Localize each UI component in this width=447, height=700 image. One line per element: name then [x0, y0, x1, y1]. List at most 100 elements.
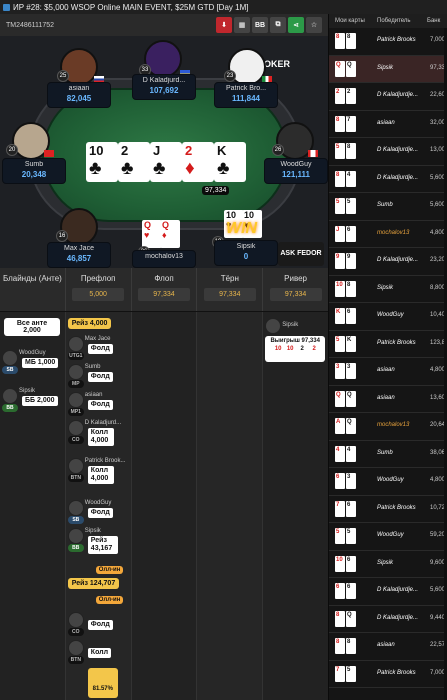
winner-name: Sumb	[377, 202, 393, 208]
allin-badge: Олл-ин	[95, 596, 124, 604]
share-icon[interactable]: ⋖	[288, 17, 304, 33]
card-thumb: 6	[346, 225, 356, 242]
seat-max-jace[interactable]: Max Jace 46,857	[47, 242, 111, 268]
app-icon	[3, 3, 10, 11]
hand-replay-pane: TM2486111752 ⬇ ▦ BB ⧉ ⋖ ☆ GGPOKER 10 ♣ 2 ♣…	[0, 14, 328, 700]
card-thumb: 8	[335, 33, 345, 49]
history-row[interactable]: 8 7 asiaan 32,00	[329, 111, 447, 138]
pot-value: 22,60	[429, 92, 445, 98]
seat-woodguy[interactable]: WoodGuy 121,111	[264, 158, 328, 184]
seat-sipsik[interactable]: Sipsik 0	[214, 240, 278, 266]
card-thumb: 5	[346, 198, 356, 214]
pot-value: 7,000	[429, 669, 445, 676]
winner-name: D Kaladjurdje...	[377, 147, 419, 153]
winner-name: D Kaladjurdje...	[377, 587, 419, 593]
column-preflop: Рейз 4,000 Max Jace UTG1 Фолд Sumb MP Фолд a…	[65, 312, 132, 700]
card-thumb: Q	[335, 60, 345, 77]
seat-d-kaladjurd[interactable]: D Kaladjurd... 107,692	[132, 74, 196, 100]
history-row[interactable]: 8 8 asiaan 22,57	[329, 633, 447, 661]
grid-icon[interactable]: ▦	[234, 17, 250, 33]
card-thumb: 7	[346, 115, 356, 132]
history-row[interactable]: A Qmochalov13 20,64	[329, 413, 447, 441]
street-preflop: Префлоп 5,000	[66, 268, 132, 311]
history-row[interactable]: 84 D Kaladjurdje... 5,600	[329, 166, 447, 193]
history-row[interactable]: J 6 mochalov13 4,800	[329, 221, 447, 248]
hand-toolbar: TM2486111752 ⬇ ▦ BB ⧉ ⋖ ☆	[0, 14, 328, 36]
hero-card-2: Q ♦	[160, 220, 180, 248]
seat-patrick-brooks[interactable]: Patrick Bro... 111,844	[214, 82, 278, 108]
column-flop	[131, 312, 198, 700]
history-row[interactable]: 99 D Kaladjurdje... 23,20	[329, 248, 447, 276]
winner-name: Sipsik	[377, 64, 394, 71]
bb-toggle-button[interactable]: BB	[252, 17, 268, 33]
history-row[interactable]: 7 6 Patrick Brooks 10,72	[329, 496, 447, 523]
card-thumb: 5	[346, 528, 356, 544]
card-thumb: 8	[335, 115, 345, 132]
winner-name: D Kaladjurdje...	[377, 614, 419, 621]
board-card-1: 10 ♣	[86, 142, 118, 182]
pot-value: 5,600	[429, 174, 445, 181]
board-card-2: 2 ♣	[118, 142, 150, 182]
street-flop: Флоп 97,334	[132, 268, 198, 311]
history-row[interactable]: 7 5 Patrick Brooks 7,000	[329, 661, 447, 688]
history-row[interactable]: 5 K Patrick Brooks 123,8	[329, 331, 447, 358]
card-thumb: 7	[335, 500, 345, 517]
card-thumb: 3	[346, 363, 356, 379]
header-pot: Банк	[427, 18, 441, 24]
pot-value: 123,8	[429, 339, 445, 346]
card-thumb: 10	[335, 555, 345, 572]
winner-name: WoodGuy	[377, 312, 404, 318]
history-row[interactable]: 58 D Kaladjurdje... 13,00	[329, 138, 447, 166]
ask-fedor-button[interactable]: ASK FEDOR	[278, 242, 324, 266]
toolbar-icons: ⬇ ▦ BB ⧉ ⋖ ☆	[216, 17, 322, 33]
card-thumb: 8	[346, 143, 356, 159]
card-thumb: 9	[335, 253, 345, 269]
history-row[interactable]: 8 8 Patrick Brooks 7,000	[329, 28, 447, 56]
avatar-sipsik-mini	[2, 388, 18, 404]
pot-value: 38,06	[429, 449, 445, 456]
avatar-woodguy-mini	[2, 350, 18, 366]
pot-value: 32,00	[429, 119, 445, 126]
display-icon[interactable]: ⧉	[270, 17, 286, 33]
history-row[interactable]: 4 4 Sumb 38,06	[329, 441, 447, 468]
seat-asiaan[interactable]: asiaan 82,045	[47, 82, 111, 108]
history-row[interactable]: 5 5 WoodGuy 59,20	[329, 523, 447, 551]
history-row[interactable]: 66 D Kaladjurdje... 5,600	[329, 578, 447, 606]
pot-value: 4,800	[429, 229, 445, 236]
history-row[interactable]: K 6 WoodGuy 10,40	[329, 303, 447, 331]
history-row[interactable]: Q Qasiaan 13,60	[329, 386, 447, 413]
history-row[interactable]: 8Q D Kaladjurdje... 9,440	[329, 606, 447, 633]
history-row[interactable]: 5 5 Sumb 5,600	[329, 193, 447, 221]
pot-value: 8,800	[429, 284, 445, 291]
card-thumb: 8	[335, 638, 345, 654]
seat-mochalov13[interactable]: mochalov13	[132, 250, 196, 268]
action-timeline: Блайнды (Анте) Префлоп 5,000 Флоп 97,334 Т…	[0, 268, 328, 700]
card-thumb: 6	[335, 473, 345, 489]
card-thumb: 8	[335, 610, 345, 627]
card-thumb: 5	[335, 528, 345, 544]
winner-name: Patrick Brooks	[377, 339, 416, 346]
history-row[interactable]: 22 D Kaladjurdje... 22,60	[329, 83, 447, 111]
seat-sumb[interactable]: Sumb 20,348	[2, 158, 66, 184]
star-icon[interactable]: ☆	[306, 17, 322, 33]
card-thumb: 7	[335, 665, 345, 682]
history-row[interactable]: 6 3 WoodGuy 4,800	[329, 468, 447, 496]
pot-value: 9,440	[429, 614, 445, 621]
history-row[interactable]: 10 8 Sipsik 8,800	[329, 276, 447, 303]
action-columns: Все анте 2,000 WoodGuy SB МБ 1,000 Sipsi…	[0, 312, 328, 700]
download-icon[interactable]: ⬇	[216, 17, 232, 33]
card-thumb: 5	[335, 143, 345, 159]
card-thumb: A	[335, 418, 345, 434]
history-row[interactable]: 10 6 Sipsik 9,600	[329, 551, 447, 578]
history-row[interactable]: Q Q Sipsik 97,33	[329, 55, 447, 83]
flag-icon	[44, 150, 54, 157]
level-badge: 26	[272, 144, 284, 156]
card-thumb: 2	[335, 88, 345, 104]
history-row[interactable]: 3 3 asiaan 4,800	[329, 358, 447, 386]
card-thumb: K	[335, 308, 345, 324]
level-badge: 20	[6, 144, 18, 156]
card-thumb: 6	[346, 500, 356, 517]
raise-chip: Рейз 4,000	[67, 318, 112, 329]
street-headers: Блайнды (Анте) Префлоп 5,000 Флоп 97,334 Т…	[0, 268, 328, 312]
pot-value: 59,20	[429, 532, 445, 538]
